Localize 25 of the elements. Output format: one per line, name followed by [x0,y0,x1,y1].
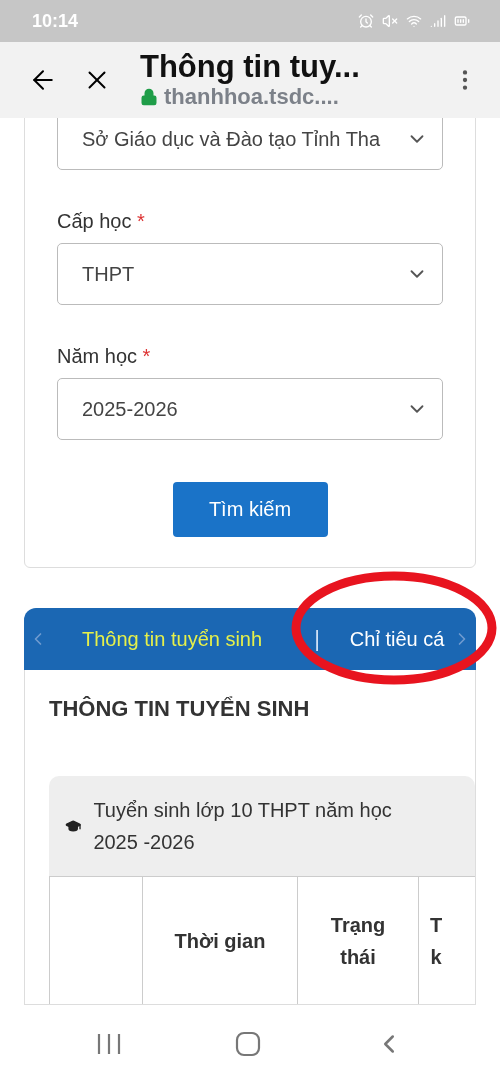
home-icon[interactable] [235,1030,261,1057]
card-title: Tuyển sinh lớp 10 THPT năm học 2025 -2026 [93,798,393,855]
mute-icon [382,13,398,29]
page-title: Thông tin tuy... [140,50,361,84]
dropdown-select[interactable]: Sở Giáo dục và Đào tạo Tỉnh Tha [57,118,443,170]
tab[interactable]: Thông tin tuyển sinh [82,627,263,651]
alarm-icon [358,13,374,29]
field-label: Cấp học * [57,210,146,233]
battery-icon [454,13,470,29]
table-header: Thời gian [142,877,297,1004]
dropdown-select[interactable]: 2025-2026 [57,378,443,440]
table-header: T k [418,877,453,1004]
field-label: Năm học * [57,345,152,368]
lock-icon [140,88,158,106]
wifi-icon [406,13,422,29]
tab-separator: | [314,626,320,652]
recent-apps-icon[interactable] [96,1031,123,1056]
clock: 10:14 [32,10,79,32]
section-title: THÔNG TIN TUYỂN SINH [49,696,311,722]
signal-icon [430,13,446,29]
table-header: Trạng thái [297,877,418,1004]
search-button[interactable]: Tìm kiếm [172,482,328,537]
dropdown-select[interactable]: THPT [57,243,443,305]
tab[interactable]: Chỉ tiêu cá [349,627,445,651]
url-text[interactable]: thanhhoa.tsdc.... [164,84,339,110]
